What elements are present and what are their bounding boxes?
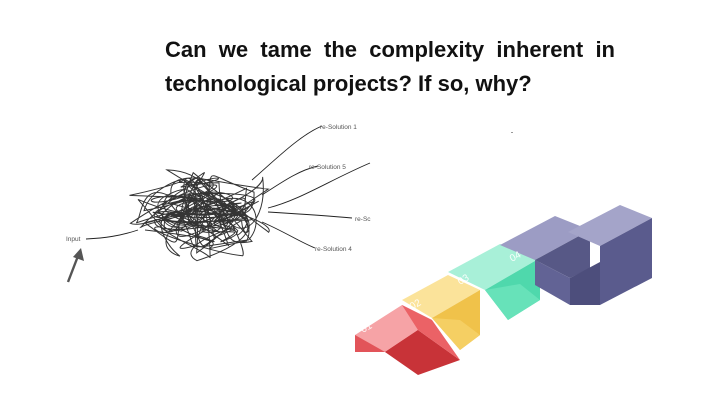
slide: Can we tame the complexity inherent in t… [0,0,720,405]
staircase-infographic: 01 02 03 04 [355,205,652,375]
